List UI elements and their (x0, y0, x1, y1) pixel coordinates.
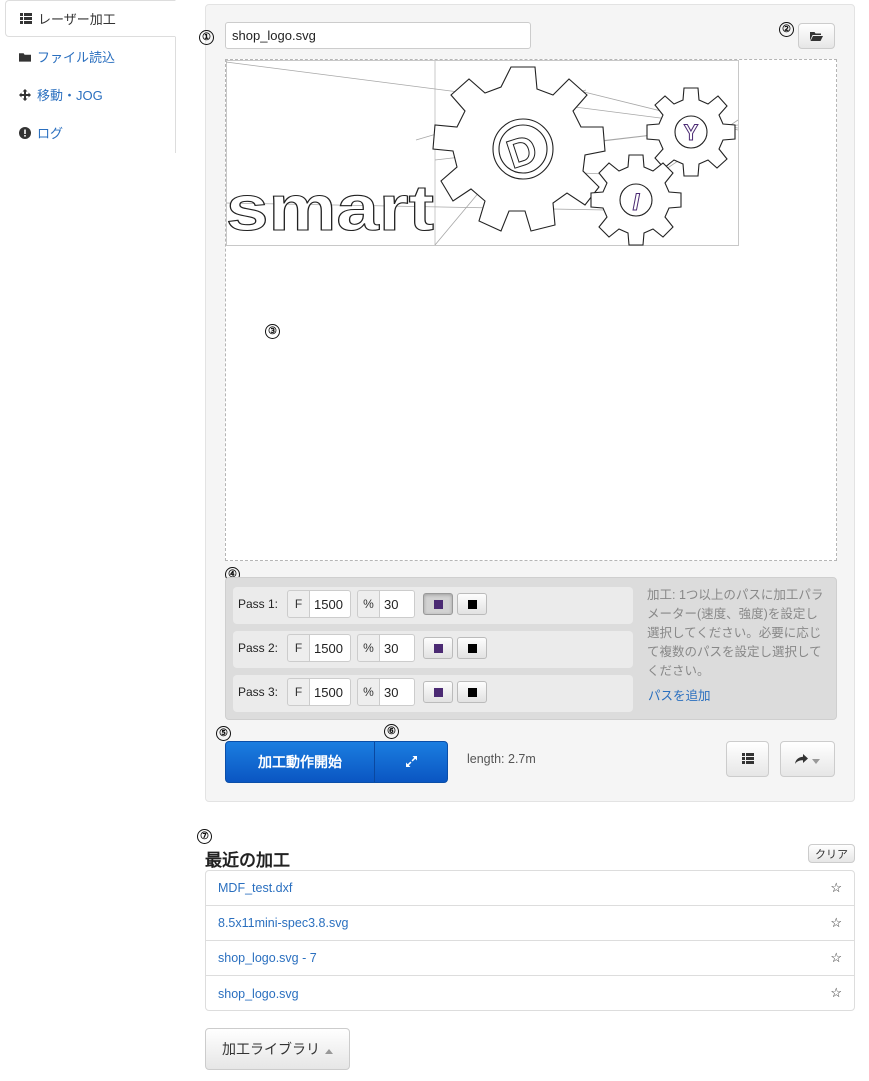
job-preview-canvas[interactable]: D Y I smart (225, 59, 837, 561)
intensity-addon: % (357, 590, 380, 618)
list-icon (20, 13, 32, 25)
intensity-input[interactable]: 30 (379, 678, 415, 706)
job-library-button[interactable]: 加工ライブラリ (205, 1028, 350, 1070)
feedrate-input[interactable]: 1500 (309, 590, 351, 618)
job-details-button[interactable] (726, 741, 769, 777)
job-preview-drawing: D Y I smart (226, 60, 739, 246)
recent-job-name[interactable]: MDF_test.dxf (218, 881, 292, 895)
start-job-button-group: 加工動作開始 (225, 741, 448, 783)
annotation-6: ⑥ (384, 724, 399, 739)
pass-label: Pass 3: (238, 685, 279, 699)
pass-label: Pass 1: (238, 597, 279, 611)
feedrate-input[interactable]: 1500 (309, 634, 351, 662)
color-black-toggle[interactable] (457, 681, 487, 703)
feedrate-addon: F (287, 590, 310, 618)
sidebar-item-move-jog[interactable]: 移動・JOG (5, 76, 176, 113)
sidebar-item-label: レーザー加工 (38, 12, 116, 27)
pass-row-1: Pass 1: F 1500 % 30 (233, 587, 633, 624)
annotation-5: ⑤ (216, 726, 231, 741)
star-icon[interactable]: ☆ (830, 950, 842, 966)
sidebar-item-file-load[interactable]: ファイル読込 (5, 38, 176, 75)
color-purple-toggle[interactable] (423, 593, 453, 615)
expand-arrows-icon (405, 755, 417, 770)
pass-row-2: Pass 2: F 1500 % 30 (233, 631, 633, 668)
feedrate-addon: F (287, 634, 310, 662)
intensity-addon: % (357, 634, 380, 662)
intensity-input[interactable]: 30 (379, 634, 415, 662)
list-item[interactable]: MDF_test.dxf ☆ (206, 871, 854, 906)
annotation-2: ② (779, 22, 794, 37)
job-length-readout: length: 2.7m (467, 752, 536, 766)
feedrate-input[interactable]: 1500 (309, 678, 351, 706)
feedrate-addon: F (287, 678, 310, 706)
recent-job-name[interactable]: shop_logo.svg - 7 (218, 951, 317, 965)
intensity-addon: % (357, 678, 380, 706)
folder-open-icon (810, 29, 823, 44)
sidebar-item-label: 移動・JOG (37, 88, 103, 103)
exclamation-circle-icon (19, 126, 31, 139)
gear-letter-y: Y (684, 120, 699, 145)
folder-icon (19, 51, 31, 63)
share-dropdown-button[interactable] (780, 741, 835, 777)
sidebar-item-log[interactable]: ログ (5, 114, 176, 151)
fullscreen-button[interactable] (375, 742, 447, 782)
sidebar-item-laser[interactable]: レーザー加工 (5, 0, 176, 37)
list-item[interactable]: 8.5x11mini-spec3.8.svg ☆ (206, 906, 854, 941)
file-name-input[interactable] (225, 22, 531, 49)
list-item[interactable]: shop_logo.svg ☆ (206, 976, 854, 1011)
recent-jobs-list: MDF_test.dxf ☆ 8.5x11mini-spec3.8.svg ☆ … (205, 870, 855, 1011)
share-arrow-icon (795, 752, 808, 767)
list-item[interactable]: shop_logo.svg - 7 ☆ (206, 941, 854, 976)
add-pass-link[interactable]: パスを追加 (648, 685, 711, 704)
clear-recent-button[interactable]: クリア (808, 844, 855, 863)
recent-jobs-title: 最近の加工 (205, 851, 290, 870)
caret-down-icon (812, 752, 820, 767)
sidebar-item-label: ログ (37, 126, 64, 141)
open-file-button[interactable] (798, 23, 835, 49)
sidebar-item-label: ファイル読込 (37, 50, 116, 65)
preview-smart-text: smart (226, 172, 434, 244)
caret-up-icon (325, 1041, 333, 1057)
star-icon[interactable]: ☆ (830, 985, 842, 1001)
color-purple-toggle[interactable] (423, 681, 453, 703)
annotation-1: ① (199, 30, 214, 45)
passes-help-text: 加工: 1つ以上のパスに加工パラメーター(速度、強度)を設定し選択してください。… (647, 588, 824, 678)
sidebar-divider (175, 37, 176, 153)
move-arrows-icon (19, 88, 31, 101)
color-black-toggle[interactable] (457, 593, 487, 615)
color-purple-toggle[interactable] (423, 637, 453, 659)
library-label: 加工ライブラリ (222, 1041, 320, 1057)
recent-job-name[interactable]: 8.5x11mini-spec3.8.svg (218, 916, 348, 930)
pass-row-3: Pass 3: F 1500 % 30 (233, 675, 633, 712)
sidebar-nav: レーザー加工 ファイル読込 移動・JOG ログ (5, 0, 176, 153)
list-icon (741, 752, 754, 767)
recent-job-name[interactable]: shop_logo.svg (218, 987, 299, 1001)
start-job-button[interactable]: 加工動作開始 (226, 742, 374, 782)
color-black-toggle[interactable] (457, 637, 487, 659)
star-icon[interactable]: ☆ (830, 915, 842, 931)
star-icon[interactable]: ☆ (830, 880, 842, 896)
intensity-input[interactable]: 30 (379, 590, 415, 618)
annotation-3: ③ (265, 324, 280, 339)
annotation-7: ⑦ (197, 829, 212, 844)
pass-label: Pass 2: (238, 641, 279, 655)
